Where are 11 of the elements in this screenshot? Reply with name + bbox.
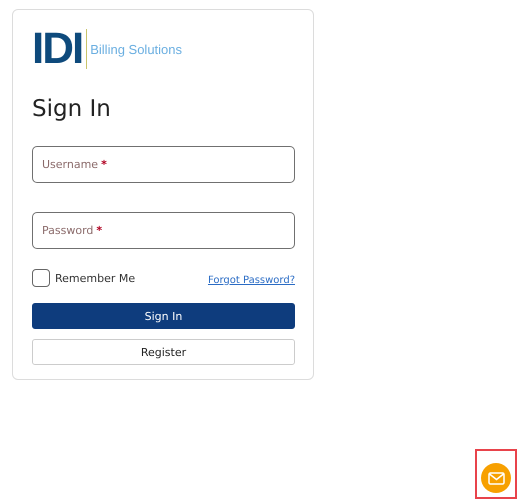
mail-icon — [488, 472, 504, 484]
logo-tagline: Billing Solutions — [90, 42, 182, 56]
sign-in-button[interactable]: Sign In — [32, 303, 295, 329]
page-title: Sign In — [32, 95, 112, 124]
password-field[interactable]: Password * — [32, 212, 295, 249]
remember-checkbox[interactable] — [32, 269, 50, 287]
forgot-password-link[interactable]: Forgot Password? — [208, 274, 295, 286]
logo-mark: IDI — [32, 29, 82, 69]
register-button[interactable]: Register — [32, 339, 295, 365]
username-field[interactable]: Username * — [32, 146, 295, 183]
remember-label: Remember Me — [55, 272, 136, 284]
